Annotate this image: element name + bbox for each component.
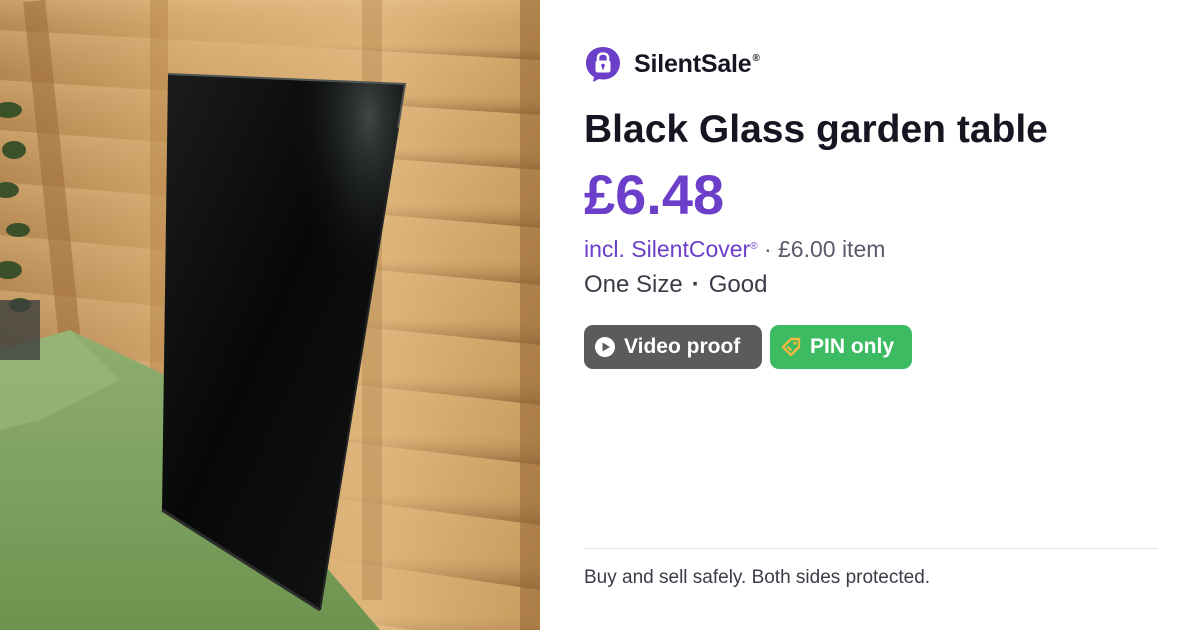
pin-only-badge[interactable]: PIN only [770, 325, 912, 369]
item-size: One Size [584, 271, 683, 298]
item-details: One Size · Good [584, 270, 767, 300]
pin-tag-icon [781, 337, 801, 357]
video-proof-label: Video proof [624, 335, 741, 358]
item-condition: Good [708, 271, 768, 298]
footer-divider [584, 548, 1158, 549]
video-proof-badge[interactable]: Video proof [584, 325, 762, 369]
padlock-speech-bubble-icon [586, 47, 620, 82]
item-price: · £6.00 item [757, 236, 886, 262]
cover-registered-mark: ® [750, 241, 758, 252]
price-breakdown: incl. SilentCover® · £6.00 item [584, 234, 885, 264]
brand-registered-mark: ® [752, 52, 760, 64]
details-separator: · [691, 271, 700, 298]
listing-title: Black Glass garden table [584, 108, 1048, 151]
listing-card: SilentSale ® Black Glass garden table £6.… [0, 0, 1200, 630]
silentcover-link[interactable]: SilentCover [631, 236, 750, 262]
brand-name: SilentSale [634, 49, 752, 78]
product-photo-illustration [0, 0, 540, 630]
footer-tagline: Buy and sell safely. Both sides protecte… [584, 567, 931, 588]
play-circle-icon [595, 337, 615, 357]
brand[interactable]: SilentSale ® [584, 44, 760, 84]
listing-price: £6.48 [584, 163, 725, 226]
feature-badges: Video proof PIN only [584, 325, 912, 369]
cover-prefix: incl. [584, 236, 632, 262]
product-photo[interactable] [0, 0, 540, 630]
pin-only-label: PIN only [810, 335, 895, 358]
listing-info: SilentSale ® Black Glass garden table £6.… [584, 0, 1158, 630]
